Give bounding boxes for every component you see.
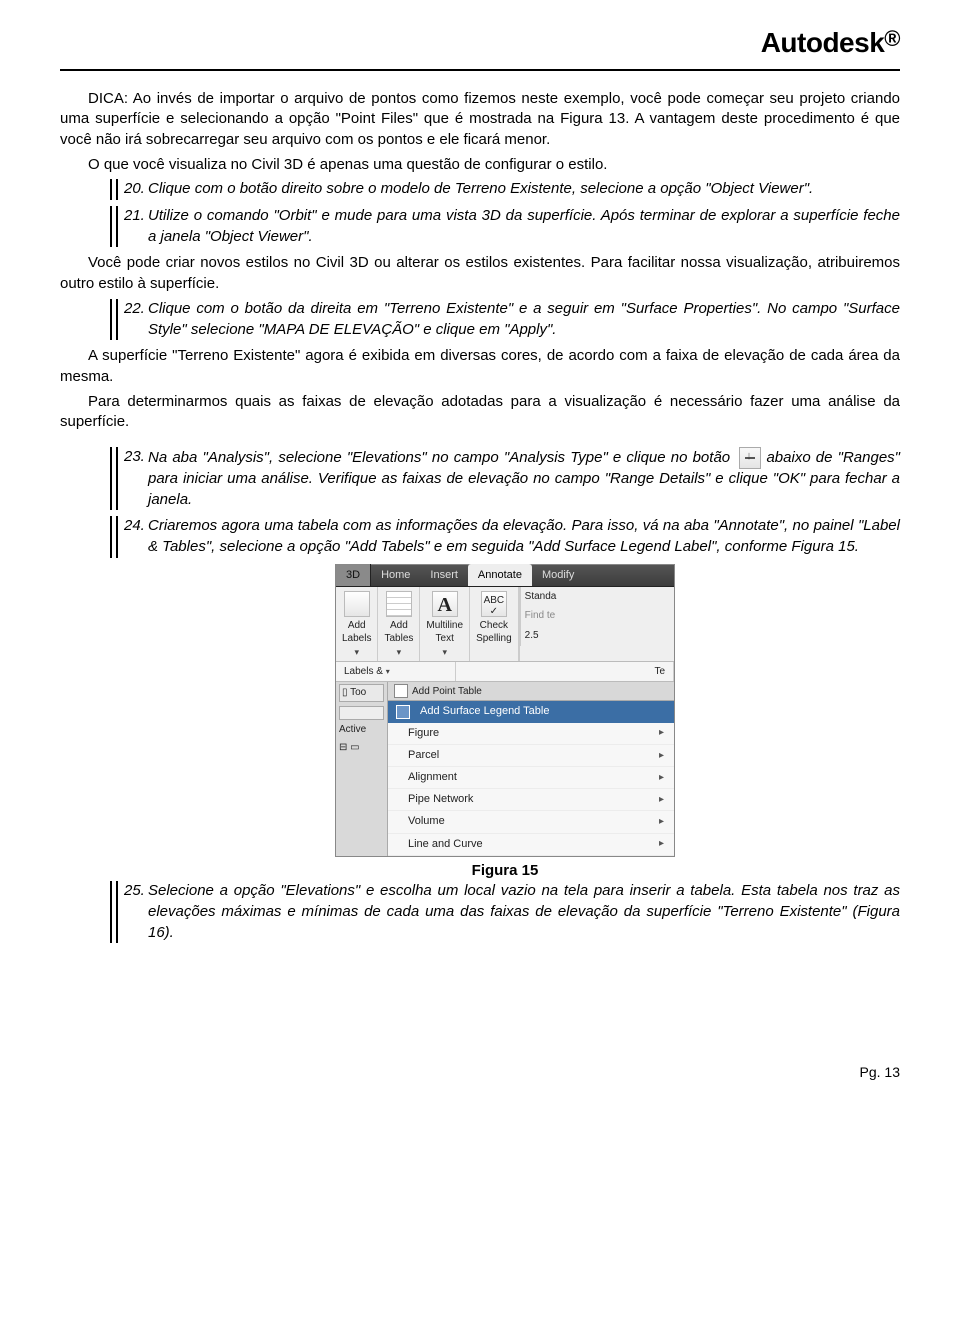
submenu-figure[interactable]: Figure▸: [388, 723, 674, 745]
submenu-alignment[interactable]: Alignment▸: [388, 767, 674, 789]
dropdown-header[interactable]: Add Point Table: [388, 682, 674, 701]
step-24: 24. Criaremos agora uma tabela com as in…: [110, 516, 900, 557]
toolspace-tab[interactable]: ▯ Too: [339, 684, 384, 702]
dropdown-active-item[interactable]: Add Surface Legend Table: [388, 701, 674, 722]
dropdown-list: Figure▸ Parcel▸ Alignment▸ Pipe Network▸…: [388, 723, 674, 856]
step-25: 25. Selecione a opção "Elevations" e esc…: [110, 881, 900, 943]
point-table-icon: [394, 684, 408, 698]
tab-home[interactable]: Home: [371, 564, 420, 586]
page-number: Pg. 13: [60, 1063, 900, 1082]
text-A-icon: A: [432, 591, 458, 617]
paragraph-1: O que você visualiza no Civil 3D é apena…: [60, 155, 900, 176]
step-22: 22. Clique com o botão da direita em "Te…: [110, 299, 900, 340]
figure-15: 3D Home Insert Annotate Modify Add Label…: [110, 564, 900, 882]
ribbon-tabs: 3D Home Insert Annotate Modify: [336, 565, 674, 587]
panel-title-labels: Labels & ▾: [336, 662, 456, 682]
submenu-parcel[interactable]: Parcel▸: [388, 745, 674, 767]
tab-3d[interactable]: 3D: [336, 564, 371, 586]
panel-multiline-text[interactable]: A Multiline Text ▾: [420, 587, 470, 661]
brand-logo: Autodesk®: [60, 24, 900, 71]
tag-icon: [344, 591, 370, 617]
style-combo[interactable]: Standa: [520, 587, 674, 607]
text-height-combo[interactable]: 2.5: [520, 626, 674, 646]
sidebar-label-active: Active: [339, 723, 384, 737]
panel-title-text: Te: [456, 662, 674, 682]
submenu-line-curve[interactable]: Line and Curve▸: [388, 834, 674, 856]
tab-annotate[interactable]: Annotate: [468, 564, 532, 586]
paragraph-4: Para determinarmos quais as faixas de el…: [60, 392, 900, 433]
ribbon-panels: Add Labels ▾ Add Tables ▾ A Multiline Te…: [336, 587, 674, 662]
tab-insert[interactable]: Insert: [420, 564, 468, 586]
step-23: 23. Na aba "Analysis", selecione "Elevat…: [110, 447, 900, 510]
tip-paragraph: DICA: Ao invés de importar o arquivo de …: [60, 89, 900, 151]
toolspace-sidebar: ▯ Too Active ⊟ ▭: [336, 682, 388, 855]
surface-legend-icon: [396, 705, 410, 719]
analysis-button-icon: [739, 447, 761, 469]
panel-check-spelling[interactable]: ABC✓ Check Spelling: [470, 587, 519, 661]
figure-caption: Figura 15: [110, 861, 900, 882]
submenu-volume[interactable]: Volume▸: [388, 811, 674, 833]
paragraph-3: A superfície "Terreno Existente" agora é…: [60, 346, 900, 387]
abc-check-icon: ABC✓: [481, 591, 507, 617]
document-body: DICA: Ao invés de importar o arquivo de …: [60, 71, 900, 944]
find-text-input[interactable]: Find te: [520, 606, 674, 626]
panel-add-labels[interactable]: Add Labels ▾: [336, 587, 378, 661]
paragraph-2: Você pode criar novos estilos no Civil 3…: [60, 253, 900, 294]
sidebar-icon[interactable]: [339, 706, 384, 720]
panel-add-tables[interactable]: Add Tables ▾: [378, 587, 420, 661]
tab-modify[interactable]: Modify: [532, 564, 584, 586]
step-21: 21. Utilize o comando "Orbit" e mude par…: [110, 206, 900, 247]
submenu-pipe-network[interactable]: Pipe Network▸: [388, 789, 674, 811]
table-icon: [386, 591, 412, 617]
step-20: 20. Clique com o botão direito sobre o m…: [110, 179, 900, 200]
